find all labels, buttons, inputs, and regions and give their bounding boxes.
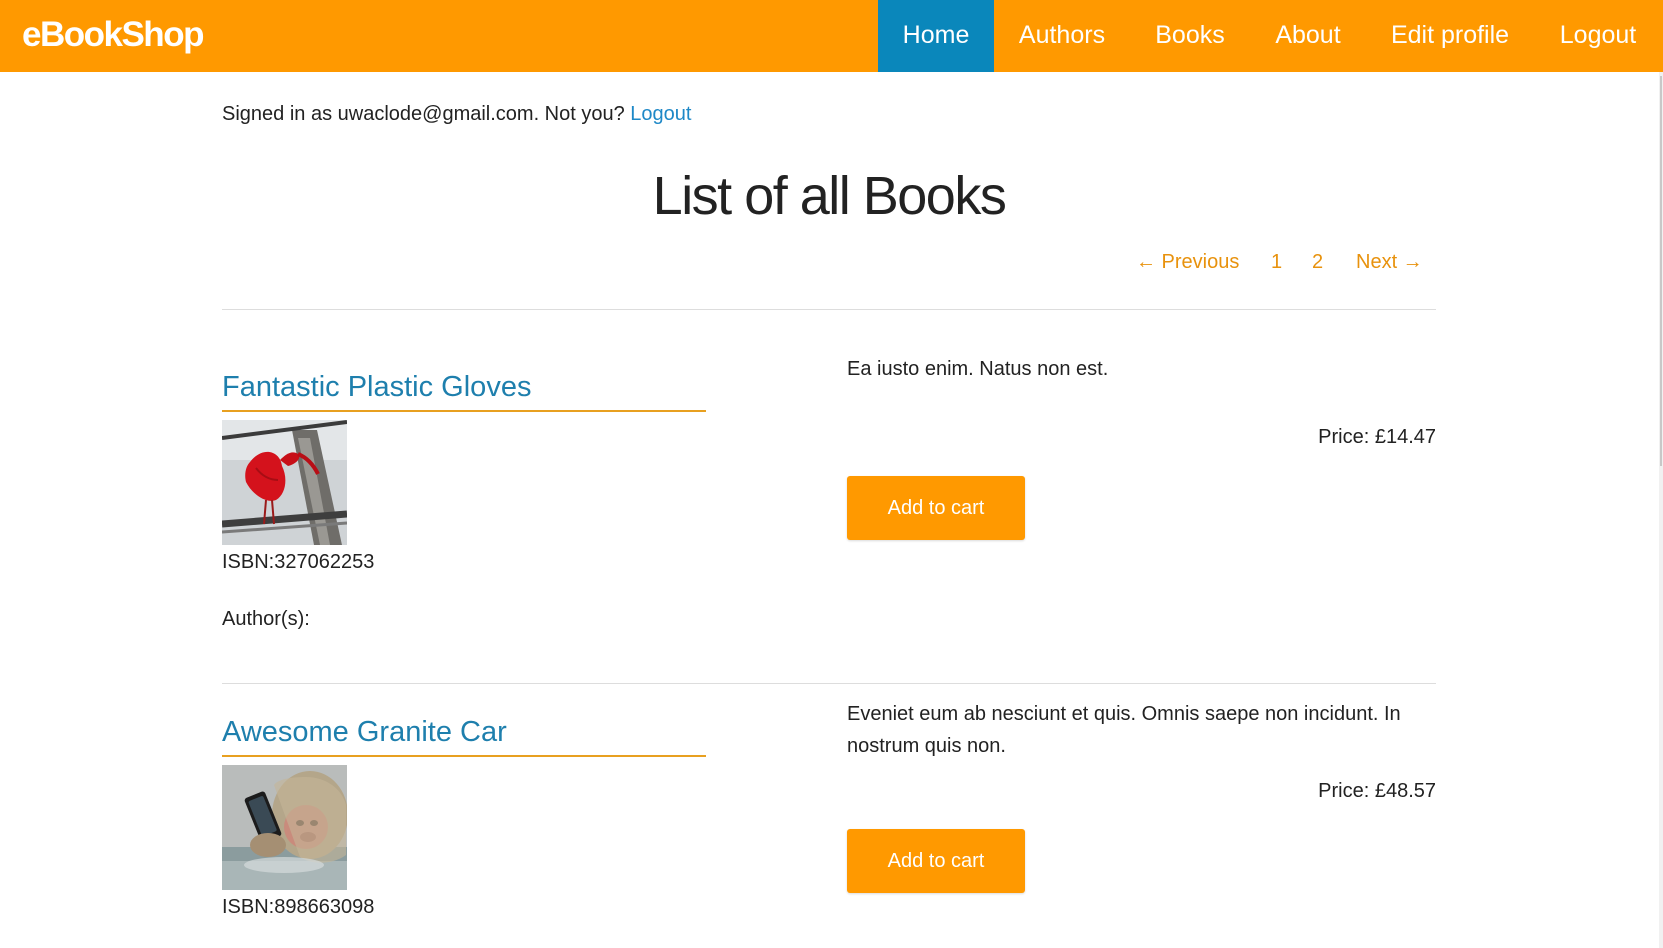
- pagination-previous-link[interactable]: ← Previous: [1136, 250, 1239, 274]
- divider: [222, 309, 1436, 310]
- nav-edit-profile[interactable]: Edit profile: [1382, 0, 1518, 72]
- session-logout-link[interactable]: Logout: [630, 103, 691, 125]
- book-title-link[interactable]: Awesome Granite Car: [222, 711, 706, 757]
- red-bird-photo: [222, 420, 347, 545]
- book-title-link[interactable]: Fantastic Plastic Gloves: [222, 366, 706, 412]
- nav-authors[interactable]: Authors: [1006, 0, 1118, 72]
- nav-about[interactable]: About: [1260, 0, 1356, 72]
- pagination-next-link[interactable]: Next →: [1356, 250, 1423, 274]
- signed-in-notice: Signed in as uwaclode@gmail.com. Not you…: [222, 102, 691, 126]
- book-price: Price: £48.57: [1318, 780, 1436, 802]
- signed-in-text: Signed in as uwaclode@gmail.com. Not you…: [222, 103, 625, 125]
- book-entry: Fantastic Plastic Gloves ISBN:327062253 …: [222, 358, 1436, 630]
- book-price: Price: £14.47: [1318, 426, 1436, 448]
- book-description: Ea iusto enim. Natus non est.: [847, 358, 1109, 380]
- page-title: List of all Books: [652, 166, 1007, 226]
- book-cover-image[interactable]: [222, 420, 347, 545]
- book-cover-image[interactable]: [222, 765, 347, 890]
- add-to-cart-button[interactable]: Add to cart: [847, 476, 1025, 540]
- top-navbar: eBookShop Home Authors Books About Edit …: [0, 0, 1663, 72]
- divider: [222, 683, 1436, 684]
- book-entry: Awesome Granite Car ISBN:898663098 Eveni…: [222, 703, 1436, 948]
- pagination-page-1[interactable]: 1: [1271, 250, 1282, 274]
- book-isbn: ISBN:327062253: [222, 551, 375, 573]
- add-to-cart-button[interactable]: Add to cart: [847, 829, 1025, 893]
- nav-logout[interactable]: Logout: [1548, 0, 1648, 72]
- brand-logo[interactable]: eBookShop: [22, 13, 204, 57]
- nav-books[interactable]: Books: [1140, 0, 1240, 72]
- book-description: Eveniet eum ab nesciunt et quis. Omnis s…: [847, 703, 1401, 757]
- scrollbar-thumb[interactable]: [1660, 76, 1662, 466]
- monkey-with-phone-photo: [222, 765, 347, 890]
- book-authors-label: Author(s):: [222, 608, 310, 630]
- pagination-page-2[interactable]: 2: [1312, 250, 1323, 274]
- nav-home[interactable]: Home: [878, 0, 994, 72]
- book-isbn: ISBN:898663098: [222, 896, 375, 918]
